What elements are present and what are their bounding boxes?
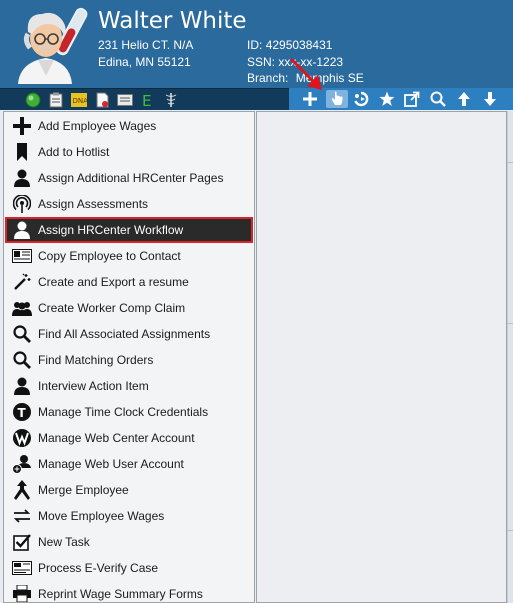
menu-item-label: Find All Associated Assignments xyxy=(38,327,211,341)
cycle-icon[interactable] xyxy=(352,90,370,108)
divider xyxy=(507,530,513,531)
menu-item-label: Create and Export a resume xyxy=(38,275,189,289)
menu-item-interview-action-item[interactable]: Interview Action Item xyxy=(5,373,253,399)
menu-item-label: Add Employee Wages xyxy=(38,119,157,133)
search-icon[interactable] xyxy=(429,90,447,108)
printer-icon xyxy=(11,583,33,602)
address-line-1: 231 Helio CT. N/A xyxy=(98,38,194,52)
document-icon[interactable] xyxy=(93,91,111,109)
plus-icon xyxy=(11,115,33,137)
avatar xyxy=(18,7,88,84)
search-icon xyxy=(11,349,33,371)
id-value: 4295038431 xyxy=(265,38,333,52)
menu-item-label: Add to Hotlist xyxy=(38,145,110,159)
menu-item-assign-assessments[interactable]: Assign Assessments xyxy=(5,191,253,217)
menu-item-label: Assign Assessments xyxy=(38,197,149,211)
menu-item-copy-employee-to-contact[interactable]: Copy Employee to Contact xyxy=(5,243,253,269)
menu-item-create-worker-comp-claim[interactable]: Create Worker Comp Claim xyxy=(5,295,253,321)
clipboard-icon[interactable] xyxy=(47,91,65,109)
menu-item-label: Move Employee Wages xyxy=(38,509,165,523)
menu-item-create-and-export-a-resume[interactable]: Create and Export a resume xyxy=(5,269,253,295)
menu-item-assign-additional-hrcenter-pages[interactable]: Assign Additional HRCenter Pages xyxy=(5,165,253,191)
export-icon[interactable] xyxy=(403,90,421,108)
arrow-down-icon[interactable] xyxy=(481,90,499,108)
arrow-up-icon[interactable] xyxy=(455,90,473,108)
menu-item-move-employee-wages[interactable]: Move Employee Wages xyxy=(5,503,253,529)
status-green-icon[interactable] xyxy=(24,91,42,109)
id-card-icon[interactable] xyxy=(116,91,134,109)
menu-item-manage-web-center-account[interactable]: Manage Web Center Account xyxy=(5,425,253,451)
menu-item-manage-web-user-account[interactable]: Manage Web User Account xyxy=(5,451,253,477)
menu-item-label: Manage Web Center Account xyxy=(38,431,195,445)
svg-text:T: T xyxy=(18,406,27,420)
medical-icon[interactable] xyxy=(162,91,180,109)
divider xyxy=(507,162,513,163)
e-verify-card-icon xyxy=(11,557,33,579)
divider xyxy=(507,323,513,324)
person-icon xyxy=(11,375,33,397)
web-user-icon xyxy=(11,453,33,475)
checkbox-icon xyxy=(11,531,33,553)
menu-item-find-all-associated-assignments[interactable]: Find All Associated Assignments xyxy=(5,321,253,347)
merge-icon xyxy=(11,479,33,501)
menu-item-label: Copy Employee to Contact xyxy=(38,249,181,263)
clock-badge-icon: T xyxy=(11,401,33,423)
svg-text:DNA: DNA xyxy=(73,97,88,105)
menu-item-label: Process E-Verify Case xyxy=(38,561,159,575)
bookmark-icon xyxy=(11,141,33,163)
web-badge-icon xyxy=(11,427,33,449)
menu-item-new-task[interactable]: New Task xyxy=(5,529,253,555)
magic-wand-icon xyxy=(11,271,33,293)
menu-item-label: New Task xyxy=(38,535,90,549)
menu-item-label: Find Matching Orders xyxy=(38,353,154,367)
person-icon xyxy=(11,167,33,189)
menu-item-process-e-verify-case[interactable]: Process E-Verify Case xyxy=(5,555,253,581)
submenu-panel xyxy=(256,111,507,603)
address-line-2: Edina, MN 55121 xyxy=(98,55,191,69)
menu-item-label: Manage Time Clock Credentials xyxy=(38,405,209,419)
branch-label: Branch: xyxy=(247,71,289,85)
menu-item-add-employee-wages[interactable]: Add Employee Wages xyxy=(5,113,253,139)
dna-icon[interactable]: DNA xyxy=(70,91,88,109)
menu-item-reprint-wage-summary-forms[interactable]: Reprint Wage Summary Forms xyxy=(5,581,253,602)
menu-item-label: Create Worker Comp Claim xyxy=(38,301,186,315)
menu-item-merge-employee[interactable]: Merge Employee xyxy=(5,477,253,503)
e-verify-icon[interactable]: E xyxy=(139,91,157,109)
svg-text:E: E xyxy=(142,92,151,108)
menu-item-label: Interview Action Item xyxy=(38,379,149,393)
move-arrows-icon xyxy=(11,505,33,527)
group-icon xyxy=(11,297,33,319)
menu-item-label: Manage Web User Account xyxy=(38,457,184,471)
menu-item-label: Reprint Wage Summary Forms xyxy=(38,587,203,601)
pointer-hand-icon[interactable] xyxy=(326,90,348,108)
menu-item-assign-hrcenter-workflow[interactable]: Assign HRCenter Workflow xyxy=(5,217,253,243)
annotation-arrow-icon xyxy=(289,57,322,90)
employee-id: ID: 4295038431 xyxy=(247,38,332,52)
employee-name: Walter White xyxy=(98,8,247,34)
menu-item-label: Merge Employee xyxy=(38,483,129,497)
id-label: ID: xyxy=(247,38,263,52)
menu-item-label: Assign Additional HRCenter Pages xyxy=(38,171,224,185)
menu-item-manage-time-clock-credentials[interactable]: T Manage Time Clock Credentials xyxy=(5,399,253,425)
broadcast-icon xyxy=(11,193,33,215)
toolbar-left: DNA E xyxy=(0,88,289,110)
star-icon[interactable] xyxy=(378,90,396,108)
ssn-label: SSN: xyxy=(247,55,276,69)
menu-item-find-matching-orders[interactable]: Find Matching Orders xyxy=(5,347,253,373)
person-icon xyxy=(11,219,33,241)
menu-item-label: Assign HRCenter Workflow xyxy=(38,223,184,237)
actions-menu: Add Employee Wages Add to Hotlist Assign… xyxy=(3,111,255,603)
search-icon xyxy=(11,323,33,345)
menu-item-add-to-hotlist[interactable]: Add to Hotlist xyxy=(5,139,253,165)
contact-card-icon xyxy=(11,245,33,267)
employee-header: Walter White 231 Helio CT. N/A Edina, MN… xyxy=(0,0,513,88)
